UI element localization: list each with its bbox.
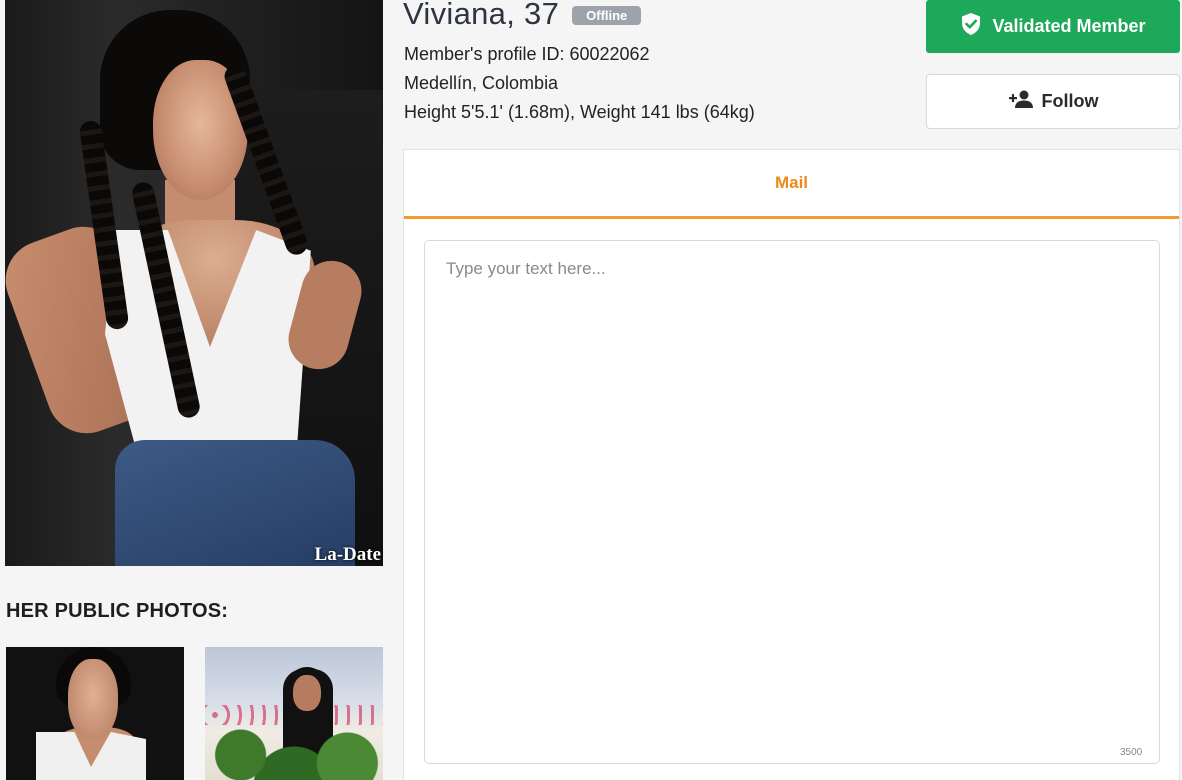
public-photo-thumb-2[interactable] — [205, 647, 383, 780]
validated-member-label: Validated Member — [992, 16, 1146, 36]
photo-watermark: La-Date — [314, 544, 381, 565]
body-stats: Height 5'5.1' (1.68m), Weight 141 lbs (6… — [404, 102, 755, 122]
person-add-icon — [1008, 89, 1034, 114]
status-badge: Offline — [572, 5, 642, 25]
mail-message-input[interactable] — [424, 240, 1160, 764]
public-photos-title: HER PUBLIC PHOTOS: — [6, 600, 229, 622]
main-profile-photo[interactable]: La-Date — [5, 0, 383, 566]
tab-mail-label: Mail — [774, 173, 809, 192]
thumb-plants — [205, 707, 383, 780]
follow-label: Follow — [1041, 91, 1099, 111]
shield-check-icon — [960, 12, 982, 41]
follow-button[interactable]: Follow — [926, 74, 1180, 129]
tab-mail[interactable]: Mail — [404, 150, 1179, 219]
location: Medellín, Colombia — [404, 73, 559, 93]
profile-header: Viviana, 37 Offline — [403, 0, 642, 32]
member-id: Member's profile ID: 60022062 — [404, 44, 650, 64]
character-limit-counter: 3500 — [1120, 747, 1143, 758]
thumb-head — [293, 675, 321, 711]
thumb-face — [68, 659, 118, 739]
profile-name-age: Viviana, 37 — [403, 0, 560, 31]
validated-member-button[interactable]: Validated Member — [926, 0, 1180, 53]
public-photo-thumb-1[interactable] — [6, 647, 184, 780]
mail-panel: Mail 3500 — [403, 149, 1180, 780]
